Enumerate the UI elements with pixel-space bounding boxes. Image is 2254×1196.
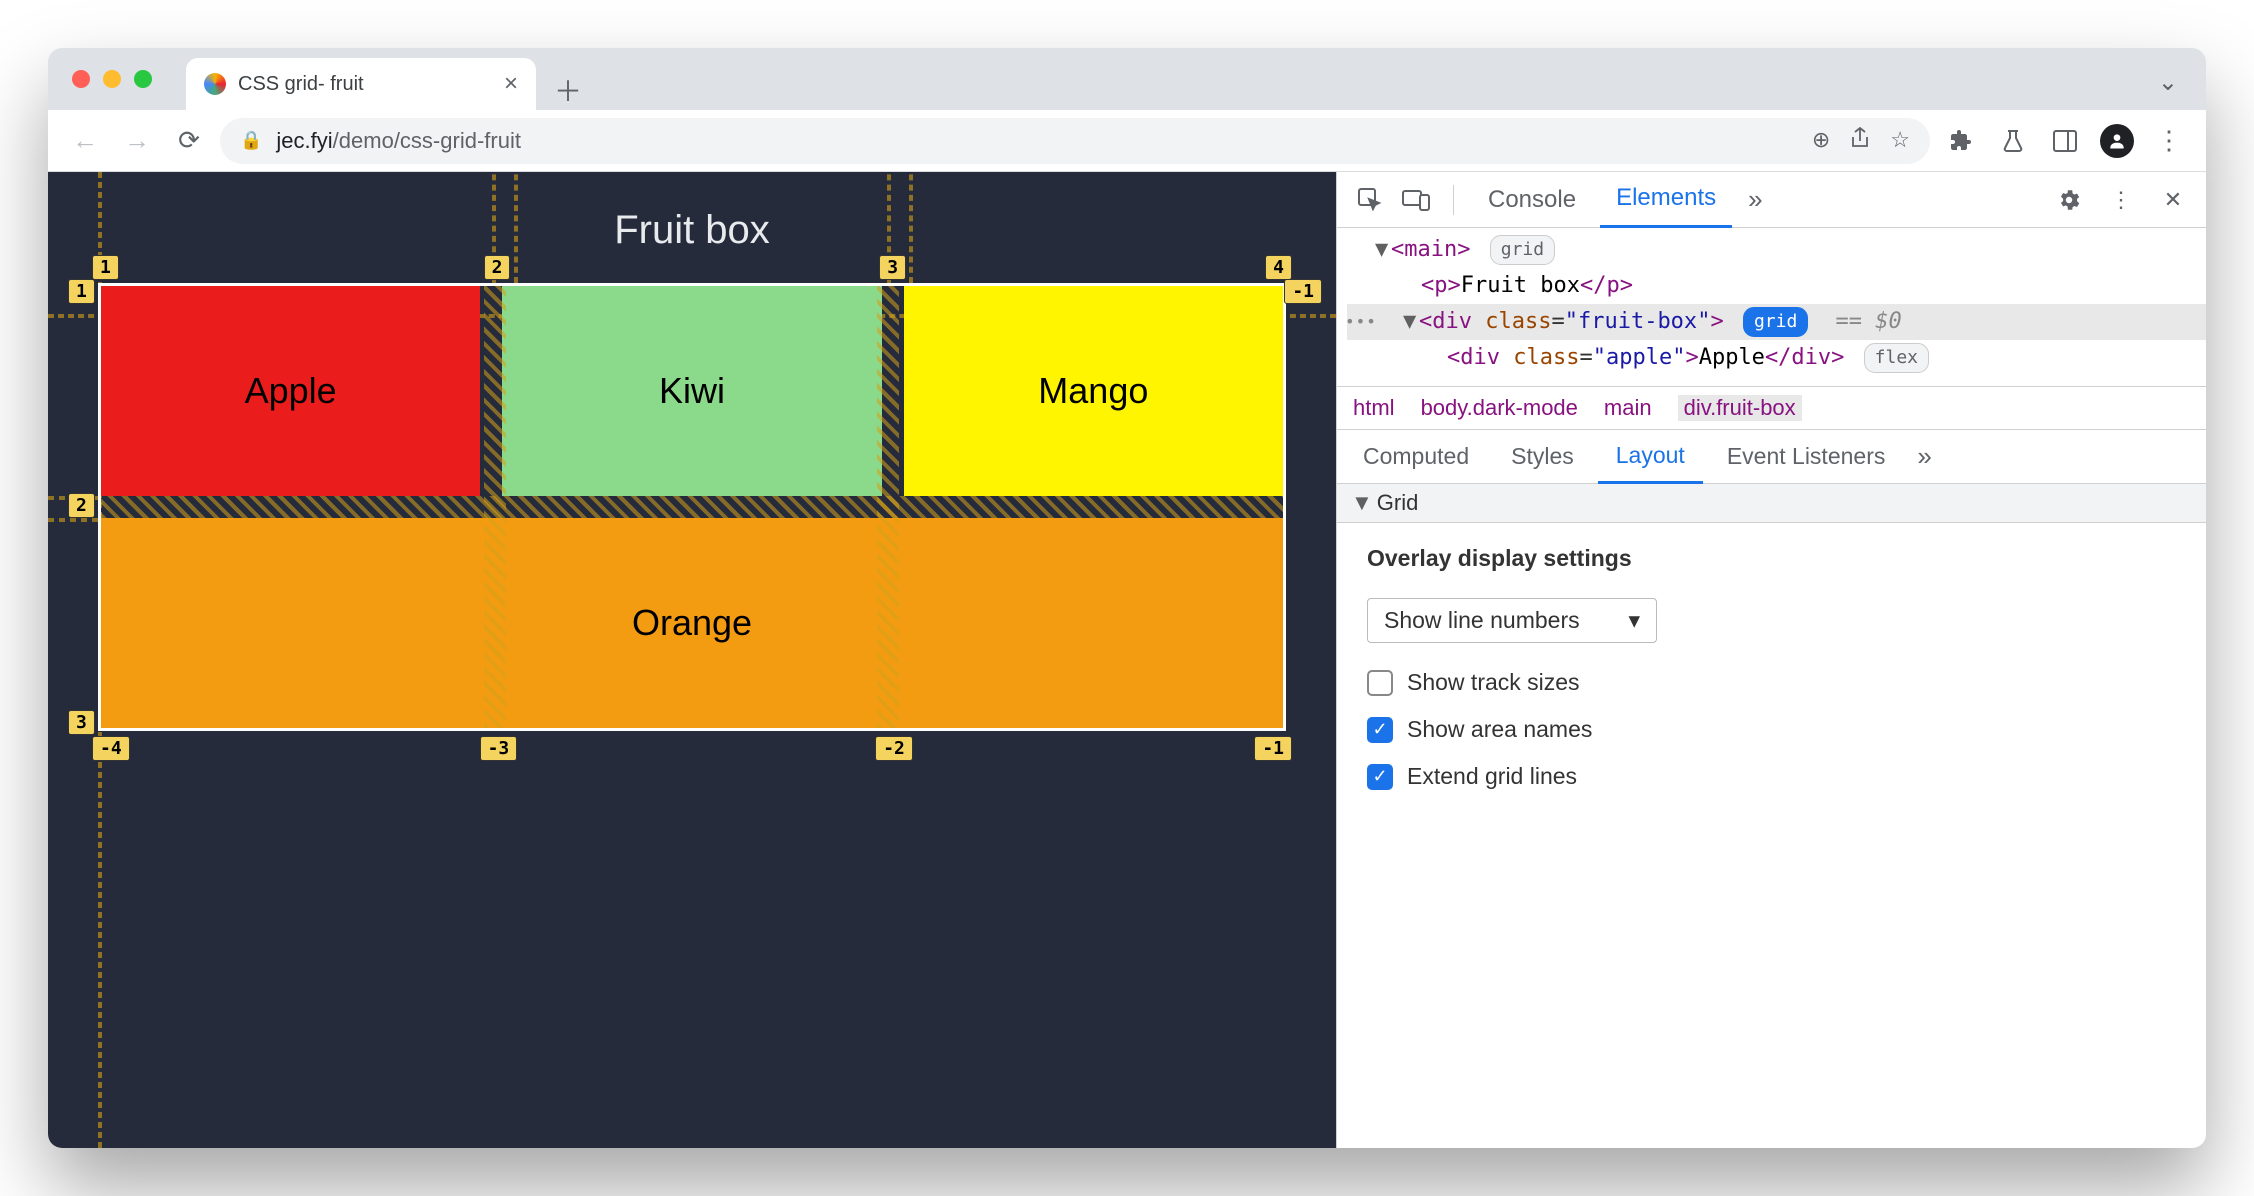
tab-console[interactable]: Console xyxy=(1472,172,1592,228)
grid-line-badge: 1 xyxy=(92,255,119,280)
lock-icon: 🔒 xyxy=(240,130,262,151)
labs-button[interactable] xyxy=(1992,120,2034,162)
selected-element-row[interactable]: ▼<div class="fruit-box"> grid == $0 xyxy=(1347,304,2206,340)
breadcrumb-item[interactable]: body.dark-mode xyxy=(1421,395,1578,421)
back-button[interactable]: ← xyxy=(64,120,106,162)
chevron-down-icon: ▾ xyxy=(1628,607,1640,634)
tab-styles[interactable]: Styles xyxy=(1493,430,1592,484)
grid-line-badge: 3 xyxy=(68,710,95,735)
grid-cell-apple: Apple xyxy=(101,286,480,496)
inspect-element-button[interactable] xyxy=(1351,181,1389,219)
breadcrumb-item[interactable]: html xyxy=(1353,395,1395,421)
grid-line-badge: 1 xyxy=(68,279,95,304)
grid-line-badge: -3 xyxy=(480,736,518,761)
url-text: jec.fyi/demo/css-grid-fruit xyxy=(276,128,521,154)
line-numbers-select[interactable]: Show line numbers ▾ xyxy=(1367,598,1657,643)
more-style-tabs-button[interactable]: » xyxy=(1917,441,1931,472)
favicon-icon xyxy=(204,73,226,95)
sidepanel-button[interactable] xyxy=(2044,120,2086,162)
page-viewport: Fruit box 1 2 3 4 1 2 3 -1 -4 -3 -2 -1 xyxy=(48,172,1336,1148)
elements-breadcrumbs[interactable]: html body.dark-mode main div.fruit-box xyxy=(1337,386,2206,430)
label-track-sizes: Show track sizes xyxy=(1407,669,1580,696)
browser-menu-button[interactable]: ⋮ xyxy=(2148,120,2190,162)
grid-line-badge: 2 xyxy=(484,255,511,280)
close-window-button[interactable] xyxy=(72,70,90,88)
address-bar[interactable]: 🔒 jec.fyi/demo/css-grid-fruit ⊕ ☆ xyxy=(220,118,1930,164)
more-tabs-button[interactable]: » xyxy=(1748,184,1762,215)
grid-line-badge: -4 xyxy=(92,736,130,761)
tab-strip: CSS grid- fruit × ＋ ⌄ xyxy=(48,48,2206,110)
label-area-names: Show area names xyxy=(1407,716,1592,743)
forward-button[interactable]: → xyxy=(116,120,158,162)
checkbox-area-names[interactable]: ✓ xyxy=(1367,717,1393,743)
close-devtools-button[interactable]: ✕ xyxy=(2154,181,2192,219)
grid-line-badge: -1 xyxy=(1284,279,1322,304)
tab-event-listeners[interactable]: Event Listeners xyxy=(1709,430,1904,484)
grid-line-badge: -2 xyxy=(875,736,913,761)
share-icon[interactable] xyxy=(1850,127,1870,155)
settings-button[interactable] xyxy=(2050,181,2088,219)
checkbox-track-sizes[interactable] xyxy=(1367,670,1393,696)
grid-line-badge: -1 xyxy=(1254,736,1292,761)
layout-panel: Overlay display settings Show line numbe… xyxy=(1337,523,2206,832)
grid-cell-mango: Mango xyxy=(904,286,1283,496)
grid-cell-kiwi: Kiwi xyxy=(502,286,881,496)
grid-overlay: 1 2 3 4 1 2 3 -1 -4 -3 -2 -1 xyxy=(98,283,1286,731)
page-title: Fruit box xyxy=(48,172,1336,283)
tab-layout[interactable]: Layout xyxy=(1598,430,1703,484)
traffic-lights xyxy=(72,70,152,88)
flex-badge[interactable]: flex xyxy=(1864,343,1929,373)
browser-toolbar: ← → ⟳ 🔒 jec.fyi/demo/css-grid-fruit ⊕ ☆ xyxy=(48,110,2206,172)
reload-button[interactable]: ⟳ xyxy=(168,120,210,162)
tab-title: CSS grid- fruit xyxy=(238,73,364,96)
tab-elements[interactable]: Elements xyxy=(1600,172,1732,228)
devtools-menu-button[interactable]: ⋮ xyxy=(2102,181,2140,219)
maximize-window-button[interactable] xyxy=(134,70,152,88)
grid-line-badge: 4 xyxy=(1265,255,1292,280)
styles-tabstrip: Computed Styles Layout Event Listeners » xyxy=(1337,430,2206,484)
grid-line-badge: 2 xyxy=(68,493,95,518)
overlay-settings-heading: Overlay display settings xyxy=(1367,545,2176,572)
elements-tree[interactable]: ▼<main> grid <p>Fruit box</p> ▼<div clas… xyxy=(1337,228,2206,386)
grid-badge[interactable]: grid xyxy=(1490,235,1555,265)
grid-cell-orange: Orange xyxy=(101,518,1283,728)
browser-tab[interactable]: CSS grid- fruit × xyxy=(186,58,536,110)
fruit-grid: Apple Kiwi Mango Orange xyxy=(98,283,1286,731)
devtools-toolbar: Console Elements » ⋮ ✕ xyxy=(1337,172,2206,228)
tab-computed[interactable]: Computed xyxy=(1345,430,1487,484)
checkbox-extend-lines[interactable]: ✓ xyxy=(1367,764,1393,790)
grid-badge-active[interactable]: grid xyxy=(1743,307,1808,337)
breadcrumb-item[interactable]: main xyxy=(1604,395,1652,421)
devtools-panel: Console Elements » ⋮ ✕ ▼<main> grid <p> xyxy=(1336,172,2206,1148)
minimize-window-button[interactable] xyxy=(103,70,121,88)
grid-line-badge: 3 xyxy=(879,255,906,280)
tab-list-button[interactable]: ⌄ xyxy=(2158,68,2178,97)
label-extend-lines: Extend grid lines xyxy=(1407,763,1577,790)
grid-section-header[interactable]: ▼Grid xyxy=(1337,484,2206,523)
bookmark-icon[interactable]: ☆ xyxy=(1890,127,1910,155)
zoom-icon[interactable]: ⊕ xyxy=(1812,127,1830,155)
profile-button[interactable] xyxy=(2096,120,2138,162)
close-tab-button[interactable]: × xyxy=(504,70,518,98)
device-toolbar-button[interactable] xyxy=(1397,181,1435,219)
breadcrumb-item[interactable]: div.fruit-box xyxy=(1678,395,1802,421)
extensions-button[interactable] xyxy=(1940,120,1982,162)
new-tab-button[interactable]: ＋ xyxy=(548,70,588,110)
